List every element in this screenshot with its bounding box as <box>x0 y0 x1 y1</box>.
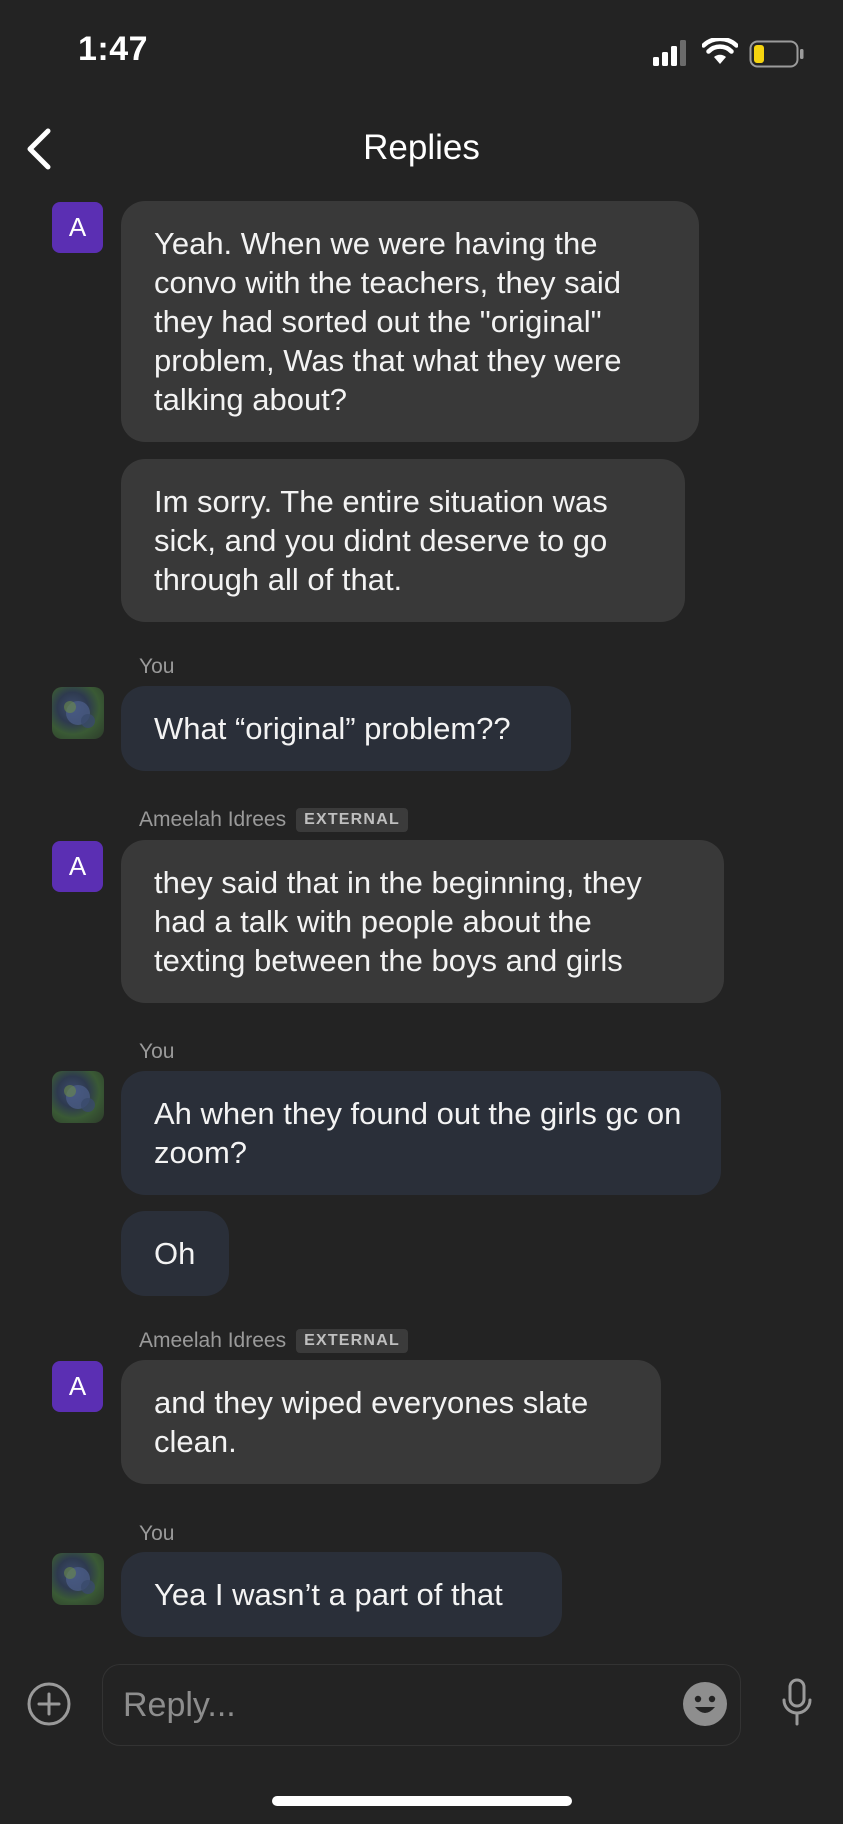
sender-name: Ameelah Idrees <box>139 808 287 831</box>
message-bubble[interactable]: and they wiped everyones slate clean. <box>121 1360 661 1484</box>
home-indicator <box>272 1796 572 1806</box>
photo-avatar-image <box>64 1085 95 1112</box>
message-bubble[interactable]: Oh <box>121 1211 229 1296</box>
photo-avatar[interactable] <box>52 1071 104 1123</box>
photo-avatar[interactable] <box>52 687 104 739</box>
message-bubble[interactable]: they said that in the beginning, they ha… <box>121 840 724 1003</box>
message-bubble[interactable]: Yeah. When we were having the convo with… <box>121 201 699 442</box>
emoji-icon <box>683 1682 727 1726</box>
message-bubble[interactable]: Im sorry. The entire situation was sick,… <box>121 459 685 622</box>
external-badge: EXTERNAL <box>296 1329 408 1353</box>
sender-row: Ameelah Idrees EXTERNAL <box>139 808 408 832</box>
sender-name: Ameelah Idrees <box>139 1329 287 1352</box>
wifi-icon <box>702 38 738 64</box>
photo-avatar-image <box>64 701 95 728</box>
sender-name: You <box>139 1040 175 1063</box>
microphone-icon <box>782 1678 812 1726</box>
sender-row: Ameelah Idrees EXTERNAL <box>139 1329 408 1353</box>
status-bar: 1:47 <box>0 0 843 100</box>
avatar[interactable]: A <box>52 202 103 253</box>
page-title: Replies <box>363 128 480 167</box>
sender-row: You <box>139 1040 174 1064</box>
emoji-button[interactable] <box>683 1682 727 1731</box>
status-time: 1:47 <box>78 30 149 68</box>
photo-avatar-image <box>64 1567 95 1594</box>
sender-name: You <box>139 655 175 678</box>
photo-avatar[interactable] <box>52 1553 104 1605</box>
sender-row: You <box>139 655 174 679</box>
compose-bar: Reply... <box>0 1660 843 1750</box>
sender-name: You <box>139 1522 175 1545</box>
avatar[interactable]: A <box>52 841 103 892</box>
add-circle-icon <box>27 1682 71 1726</box>
signal-icon <box>653 40 686 66</box>
external-badge: EXTERNAL <box>296 808 408 832</box>
microphone-button[interactable] <box>781 1678 813 1733</box>
sender-row: You <box>139 1522 174 1546</box>
nav-bar: Replies <box>0 110 843 190</box>
reply-input[interactable]: Reply... <box>102 1664 741 1746</box>
message-bubble[interactable]: What “original” problem?? <box>121 686 571 771</box>
message-bubble[interactable]: Ah when they found out the girls gc on z… <box>121 1071 721 1195</box>
add-button[interactable] <box>26 1681 72 1732</box>
avatar[interactable]: A <box>52 1361 103 1412</box>
battery-icon <box>749 40 804 68</box>
message-bubble[interactable]: Yea I wasn’t a part of that <box>121 1552 562 1637</box>
